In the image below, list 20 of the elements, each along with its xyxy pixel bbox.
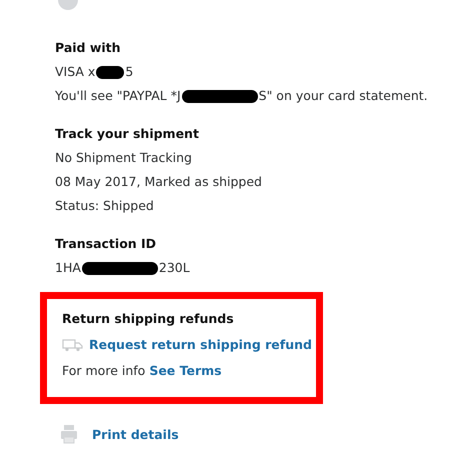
text: 1HA [55, 259, 81, 277]
text: 230L [158, 259, 190, 277]
text: No Shipment Tracking [55, 149, 192, 167]
truck-icon [62, 338, 84, 352]
section-heading: Return shipping refunds [62, 310, 235, 328]
text: You'll see "PAYPAL *J [55, 87, 181, 105]
section-heading: Track your shipment [55, 125, 200, 143]
print-link[interactable]: Print details [92, 426, 179, 442]
section-heading: Transaction ID [55, 235, 158, 253]
text: S" on your card statement. [258, 87, 428, 105]
text: VISA x [55, 63, 96, 81]
redaction-mark [96, 66, 124, 78]
printer-icon [60, 424, 78, 444]
refund-link[interactable]: Request return shipping refund [89, 331, 312, 359]
terms-link[interactable]: See Terms [149, 359, 222, 383]
text: For more info [62, 362, 146, 380]
text: Status: Shipped [55, 197, 154, 215]
text: 08 May 2017, Marked as shipped [55, 173, 262, 191]
section-heading: Paid with [55, 39, 122, 57]
text: 5 [125, 63, 134, 81]
